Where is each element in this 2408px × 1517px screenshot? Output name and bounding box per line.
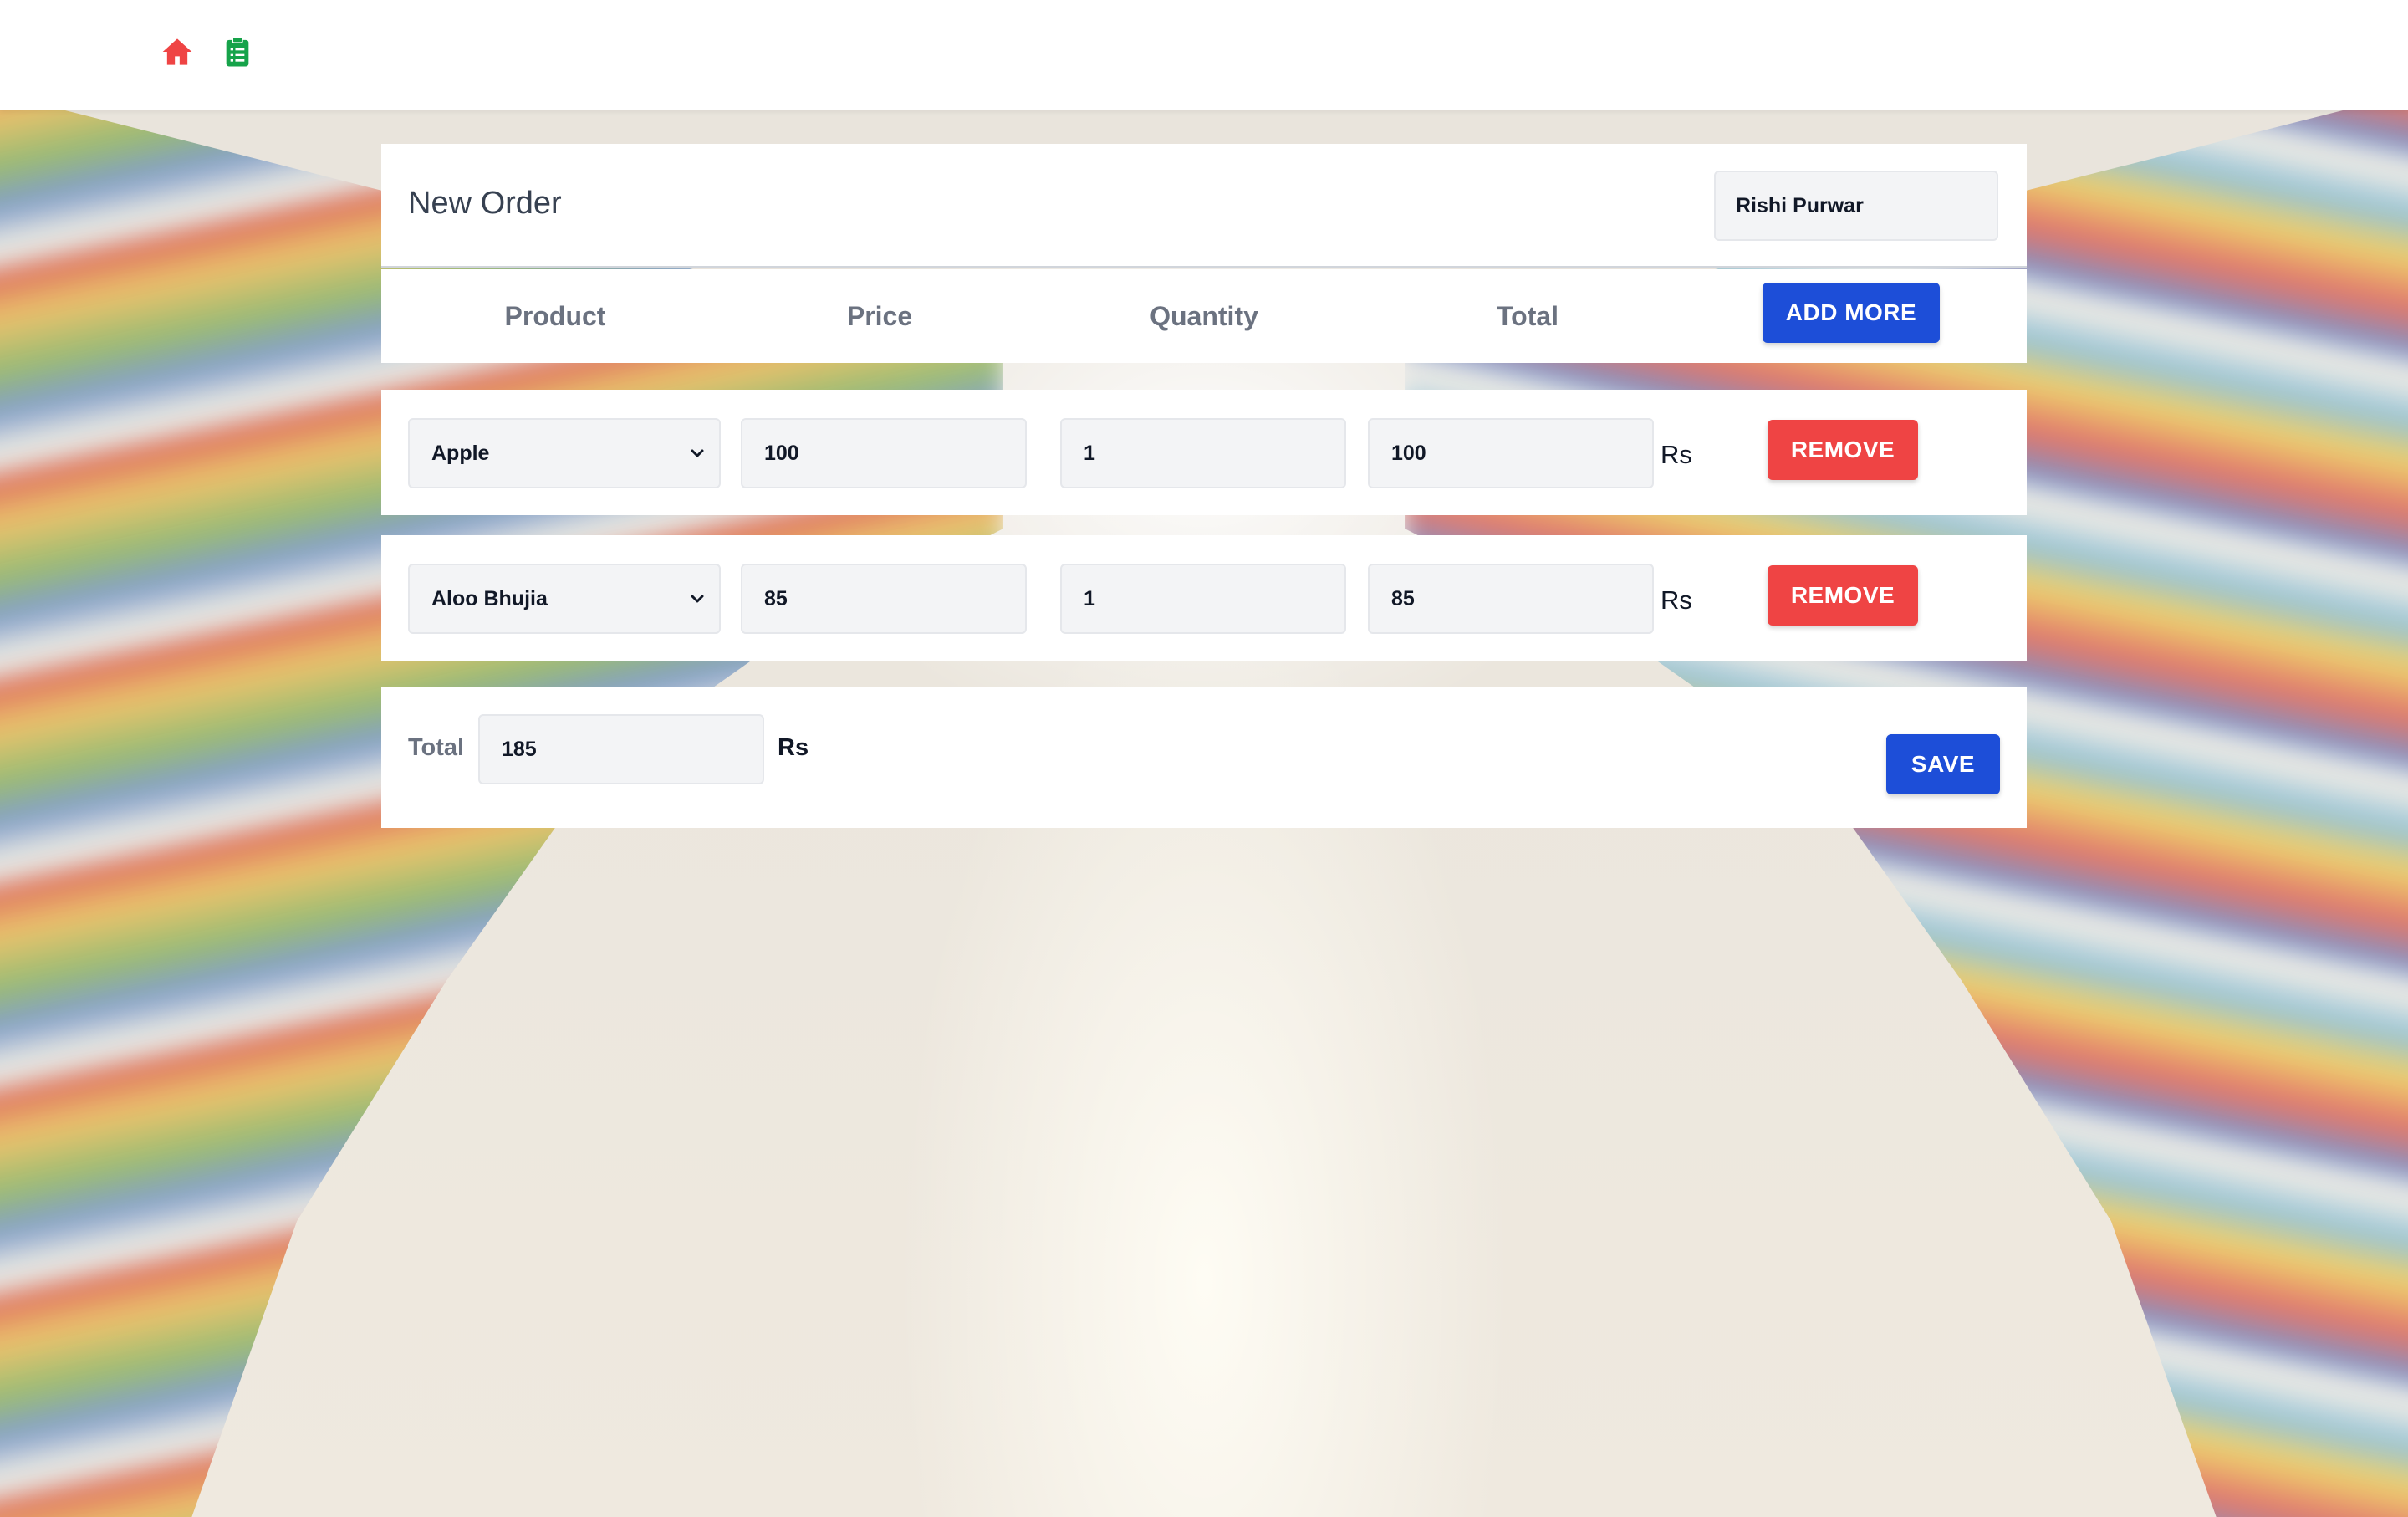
line-total-field[interactable]: 85 [1368,564,1654,634]
product-select[interactable]: Apple [408,418,721,488]
order-header: New Order [381,144,2027,268]
customer-name-input[interactable] [1714,171,1998,241]
page-title: New Order [408,186,562,221]
price-field[interactable]: 85 [741,564,1027,634]
chevron-down-icon [691,449,704,457]
product-select-value: Aloo Bhujia [431,586,548,610]
remove-button[interactable]: REMOVE [1768,565,1918,626]
order-summary: Total 185 Rs SAVE [381,687,2027,828]
price-field[interactable]: 100 [741,418,1027,488]
column-header-product: Product [504,301,606,331]
quantity-field[interactable]: 1 [1060,418,1346,488]
column-header-total: Total [1496,301,1559,331]
line-total-field[interactable]: 100 [1368,418,1654,488]
order-item-row: Apple 100 1 100 Rs REMOVE [381,390,2027,515]
column-headers: Product Price Quantity Total ADD MORE [381,269,2027,363]
clipboard-list-icon[interactable] [221,35,254,69]
add-more-button[interactable]: ADD MORE [1763,283,1940,343]
column-header-price: Price [846,301,913,331]
grand-total-label: Total [408,734,465,761]
quantity-field[interactable]: 1 [1060,564,1346,634]
product-select-value: Apple [431,441,490,465]
home-icon[interactable] [161,35,194,69]
order-item-row: Aloo Bhujia 85 1 85 Rs REMOVE [381,535,2027,661]
product-select[interactable]: Aloo Bhujia [408,564,721,634]
remove-button[interactable]: REMOVE [1768,420,1918,480]
top-navbar [0,0,2408,110]
currency-label: Rs [778,734,809,761]
chevron-down-icon [691,595,704,603]
currency-label: Rs [1661,585,1692,615]
column-header-quantity: Quantity [1150,301,1258,331]
save-button[interactable]: SAVE [1886,734,2000,794]
grand-total-field[interactable]: 185 [478,714,764,784]
currency-label: Rs [1661,440,1692,469]
